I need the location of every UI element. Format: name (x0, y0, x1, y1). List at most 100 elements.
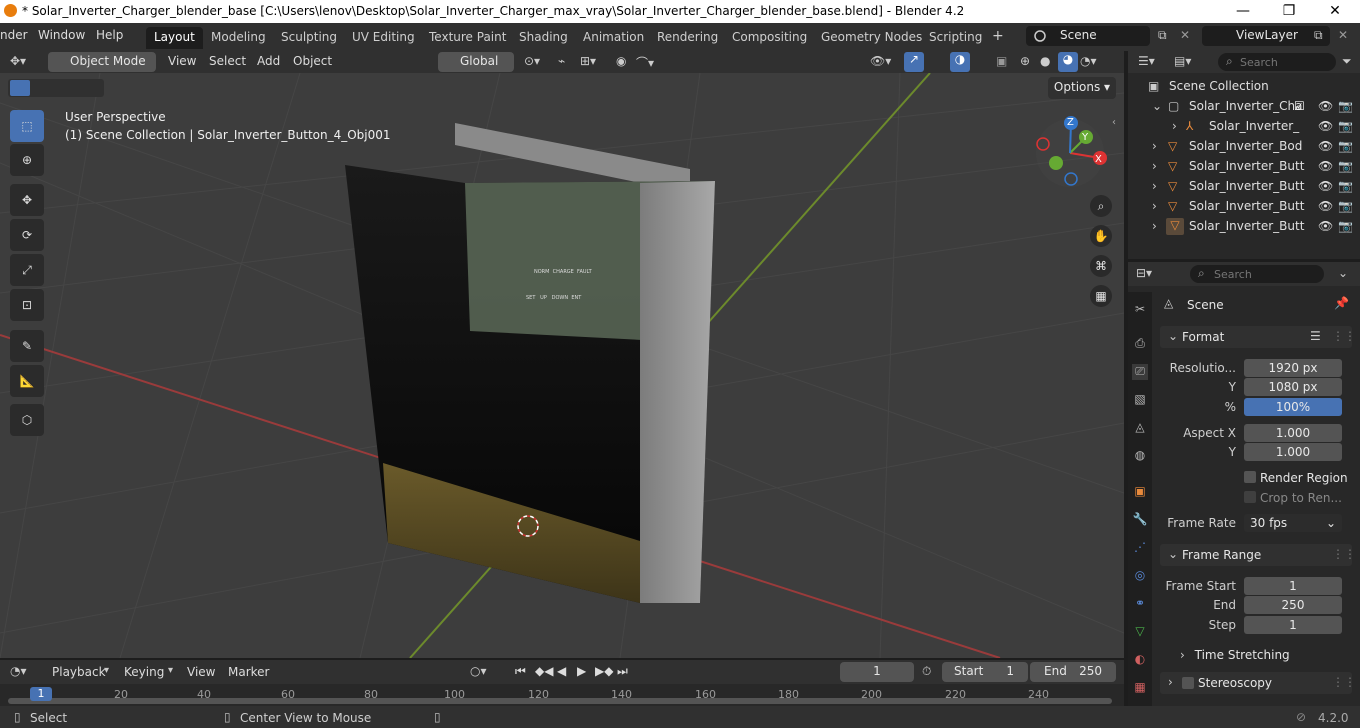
resolution-percent-field[interactable]: 100% (1244, 398, 1342, 416)
chevron-right-icon[interactable]: › (1152, 179, 1157, 193)
outliner-row[interactable]: › ▽ Solar_Inverter_Butt 👁 📷 (1128, 157, 1360, 177)
tool-measure[interactable]: 📐 (10, 365, 44, 397)
chevron-right-icon[interactable]: › (1152, 219, 1157, 233)
render-camera-icon[interactable]: 📷 (1338, 99, 1353, 113)
viewlayer-selector[interactable]: ViewLayer (1202, 26, 1330, 46)
prev-keyframe-icon[interactable]: ◆◀ (535, 664, 553, 678)
world-tab-icon[interactable]: ◍ (1132, 448, 1148, 464)
zoom-icon[interactable]: ⌕ (1090, 195, 1112, 217)
start-frame-field[interactable]: Start 1 (942, 662, 1028, 682)
tab-animation[interactable]: Animation (575, 27, 652, 49)
clock-editor-icon[interactable]: ◔▾ (10, 664, 27, 678)
frame-rate-dropdown[interactable]: 30 fps ⌄ (1244, 514, 1342, 532)
transform-orientation-dropdown[interactable]: Global (438, 52, 514, 72)
new-viewlayer-icon[interactable]: ⧉ (1314, 28, 1323, 43)
outliner-row[interactable]: › ▽ Solar_Inverter_Butt 👁 📷 (1128, 177, 1360, 197)
eye-icon[interactable]: 👁 (1318, 99, 1333, 113)
eye-icon[interactable]: 👁 (1318, 199, 1333, 213)
menu-timeline-view[interactable]: View (187, 665, 215, 679)
tab-rendering[interactable]: Rendering (649, 27, 726, 49)
menu-select[interactable]: Select (209, 54, 246, 68)
jump-start-icon[interactable]: ⏮ (515, 664, 526, 679)
select-mode-buttons[interactable] (8, 79, 104, 97)
output-tab-icon[interactable]: ⎚ (1132, 364, 1148, 380)
grid-perspective-icon[interactable]: ▦ (1090, 285, 1112, 307)
drag-handle-icon[interactable]: ⋮⋮ (1332, 329, 1356, 343)
wireframe-shading-icon[interactable]: ⊕ (1020, 54, 1030, 68)
data-tab-icon[interactable]: ▽ (1132, 624, 1148, 640)
play-icon[interactable]: ▶ (577, 664, 586, 678)
pin-icon[interactable]: 📌 (1334, 296, 1349, 310)
constraints-tab-icon[interactable]: ⚭ (1132, 596, 1148, 612)
tool-cursor[interactable]: ⊕ (10, 144, 44, 176)
snap-target-icon[interactable]: ⊞▾ (580, 54, 596, 68)
filter-icon[interactable]: ⏷ (1342, 54, 1352, 69)
presets-list-icon[interactable]: ☰ (1310, 329, 1321, 343)
menu-object[interactable]: Object (293, 54, 332, 68)
stereoscopy-checkbox[interactable] (1182, 677, 1194, 689)
tab-modeling[interactable]: Modeling (203, 27, 274, 49)
aspect-x-field[interactable]: 1.000 (1244, 424, 1342, 442)
tab-sculpting[interactable]: Sculpting (273, 27, 345, 49)
eye-icon[interactable]: 👁 (1318, 139, 1333, 153)
format-panel-header[interactable]: ⌄ Format ☰ ⋮⋮ (1160, 326, 1356, 348)
stopwatch-icon[interactable]: ⏱ (922, 664, 931, 679)
3d-viewport[interactable]: X Y Z NORM CHARGE FAULT SET UP DOWN ENT … (0, 73, 1124, 658)
delete-scene-icon[interactable]: ✕ (1180, 28, 1190, 42)
play-reverse-icon[interactable]: ◀ (557, 664, 566, 678)
render-region-checkbox[interactable] (1244, 471, 1256, 483)
crop-checkbox[interactable] (1244, 491, 1256, 503)
solid-shading-icon[interactable]: ● (1040, 54, 1050, 68)
auto-keying-icon[interactable]: ○▾ (470, 664, 487, 678)
outliner-row-scene-collection[interactable]: ▣ Scene Collection (1128, 77, 1360, 97)
frame-range-panel-header[interactable]: ⌄ Frame Range ⋮⋮ (1160, 544, 1356, 566)
tool-annotate[interactable]: ✎ (10, 330, 44, 362)
tab-shading[interactable]: Shading (511, 27, 576, 49)
resolution-x-field[interactable]: 1920 px (1244, 359, 1342, 377)
stereoscopy-panel-header[interactable]: › Stereoscopy ⋮⋮ (1160, 672, 1356, 694)
render-camera-icon[interactable]: 📷 (1338, 159, 1353, 173)
snap-icon[interactable]: ⌁ (558, 54, 565, 68)
current-frame-field[interactable]: 1 (840, 662, 914, 682)
tool-scale[interactable]: ⤢ (10, 254, 44, 286)
resolution-y-field[interactable]: 1080 px (1244, 378, 1342, 396)
outliner-search-input[interactable] (1218, 53, 1336, 71)
eye-icon[interactable]: 👁 (1318, 179, 1333, 193)
render-camera-icon[interactable]: 📷 (1338, 179, 1353, 193)
material-shading-icon[interactable]: ◕ (1058, 52, 1078, 72)
tab-texture-paint[interactable]: Texture Paint (421, 27, 514, 49)
tab-compositing[interactable]: Compositing (724, 27, 815, 49)
menu-marker[interactable]: Marker (228, 665, 269, 679)
select-new-icon[interactable] (10, 80, 30, 96)
chevron-down-icon[interactable]: ⌄ (1338, 266, 1348, 280)
visibility-icon[interactable]: 👁▾ (870, 54, 891, 68)
maximize-button[interactable]: ❐ (1266, 1, 1312, 22)
display-mode-icon[interactable]: ▤▾ (1174, 54, 1191, 68)
frame-end-field[interactable]: 250 (1244, 596, 1342, 614)
sidebar-toggle-icon[interactable]: ‹ (1112, 117, 1116, 128)
add-workspace-button[interactable]: + (984, 25, 1012, 47)
properties-search-input[interactable] (1190, 265, 1324, 283)
jump-end-icon[interactable]: ⏭ (617, 664, 628, 679)
menu-keying[interactable]: Keying (124, 665, 164, 679)
render-camera-icon[interactable]: 📷 (1338, 119, 1353, 133)
next-keyframe-icon[interactable]: ▶◆ (595, 664, 613, 678)
editor-type-icon[interactable]: ✥▾ (10, 54, 26, 68)
eye-icon[interactable]: 👁 (1318, 219, 1333, 233)
pan-hand-icon[interactable]: ✋ (1090, 225, 1112, 247)
frame-start-field[interactable]: 1 (1244, 577, 1342, 595)
chevron-down-icon[interactable]: ⌄ (1152, 99, 1162, 113)
playhead[interactable]: 1 (30, 687, 52, 701)
physics-tab-icon[interactable]: ◎ (1132, 568, 1148, 584)
properties-type-icon[interactable]: ⊟▾ (1136, 266, 1152, 280)
chevron-right-icon[interactable]: › (1172, 119, 1177, 133)
particles-tab-icon[interactable]: ⋰ (1132, 540, 1148, 556)
minimize-button[interactable]: — (1220, 1, 1266, 22)
menu-help[interactable]: Help (96, 28, 123, 42)
outliner-row[interactable]: ⌄ ▢ Solar_Inverter_Cha ☑ 👁 📷 (1128, 97, 1360, 117)
tool-rotate[interactable]: ⟳ (10, 219, 44, 251)
object-tab-icon[interactable]: ▣ (1132, 484, 1148, 500)
outliner-row[interactable]: › ▽ Solar_Inverter_Bod 👁 📷 (1128, 137, 1360, 157)
camera-icon[interactable]: ⌘ (1090, 255, 1112, 277)
chevron-right-icon[interactable]: › (1152, 139, 1157, 153)
